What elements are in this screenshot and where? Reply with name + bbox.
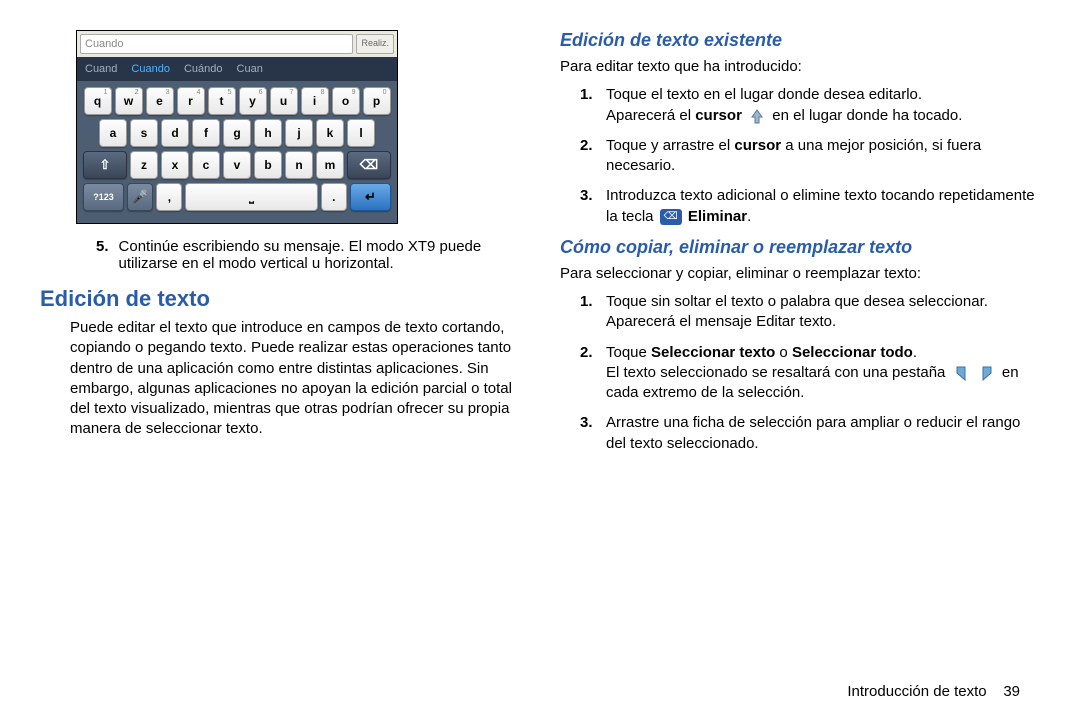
keyboard-screenshot: Cuando Realiz. Cuand Cuando Cuándo Cuan … [76,30,398,224]
list-text: El texto seleccionado se resaltará con u… [606,364,950,381]
key-c: c [192,151,220,179]
list-item: Toque y arrastre el cursor a una mejor p… [606,136,1040,177]
list-item: 5. Continúe escribiendo su mensaje. El m… [40,238,520,272]
enter-key: ↵ [350,183,391,211]
keyboard-suggestions: Cuand Cuando Cuándo Cuan [77,57,397,81]
list-item: Arrastre una ficha de selección para amp… [606,413,1040,454]
paragraph: Para seleccionar y copiar, eliminar o re… [560,264,1040,284]
list-text: Continúe escribiendo su mensaje. El modo… [119,238,520,272]
cursor-tab-icon [748,108,766,124]
list-item: Introduzca texto adicional o elimine tex… [606,186,1040,227]
key-a: a [99,119,127,147]
list-item: Toque el texto en el lugar donde desea e… [606,85,1040,126]
suggestion-item: Cuand [85,63,117,75]
keyboard-keys: q1w2e3r4t5y6u7i8o9p0 asdfghjkl ⇧ zxcvbnm… [77,81,397,223]
selection-tab-right-icon [978,365,996,381]
bold-text: Seleccionar texto [651,344,775,361]
key-l: l [347,119,375,147]
key-y: y6 [239,87,267,115]
list-item: Toque sin soltar el texto o palabra que … [606,292,1040,333]
key-q: q1 [84,87,112,115]
delete-key-icon: ⌫ [660,209,682,225]
key-x: x [161,151,189,179]
section-heading: Edición de texto [40,286,520,312]
list-text: Toque y arrastre el [606,137,734,154]
suggestion-item: Cuan [237,63,263,75]
bold-text: cursor [734,137,781,154]
paragraph: Puede editar el texto que introduce en c… [40,318,520,440]
key-h: h [254,119,282,147]
key-i: i8 [301,87,329,115]
list-text: Toque sin soltar el texto o palabra que … [606,293,988,310]
key-z: z [130,151,158,179]
bold-text: Seleccionar todo [792,344,913,361]
shift-icon: ⇧ [100,157,111,173]
key-e: e3 [146,87,174,115]
keyboard-text-field: Cuando [80,34,353,54]
key-o: o9 [332,87,360,115]
key-r: r4 [177,87,205,115]
list-text: Aparecerá el mensaje Editar texto. [606,313,836,330]
comma-key: , [156,183,182,211]
key-v: v [223,151,251,179]
list-item: Toque Seleccionar texto o Seleccionar to… [606,343,1040,404]
page-number: 39 [1003,683,1020,700]
key-t: t5 [208,87,236,115]
list-text: Toque [606,344,651,361]
keyboard-input-row: Cuando Realiz. [77,31,397,57]
list-text: . [747,208,751,225]
list-text: en el lugar donde ha tocado. [772,107,962,124]
backspace-icon: ⌫ [360,157,378,173]
ordered-list: Toque sin soltar el texto o palabra que … [560,292,1040,454]
list-number: 5. [96,238,109,272]
list-text: Toque el texto en el lugar donde desea e… [606,86,922,103]
suggestion-item: Cuando [131,63,170,75]
shift-key: ⇧ [83,151,127,179]
backspace-key: ⌫ [347,151,391,179]
keyboard-done-button: Realiz. [356,34,394,54]
suggestion-item: Cuándo [184,63,223,75]
key-b: b [254,151,282,179]
key-k: k [316,119,344,147]
key-g: g [223,119,251,147]
key-p: p0 [363,87,391,115]
mic-icon: 🎤 [132,189,148,205]
right-column: Edición de texto existente Para editar t… [560,30,1040,683]
list-text: o [775,344,792,361]
ordered-list: Toque el texto en el lugar donde desea e… [560,85,1040,227]
selection-tab-left-icon [952,365,970,381]
enter-icon: ↵ [365,189,376,205]
key-m: m [316,151,344,179]
key-w: w2 [115,87,143,115]
key-n: n [285,151,313,179]
space-key: ⎵ [185,183,317,211]
key-s: s [130,119,158,147]
key-d: d [161,119,189,147]
bold-text: cursor [695,107,742,124]
mic-key: 🎤 [127,183,153,211]
list-text: . [913,344,917,361]
list-text: Arrastre una ficha de selección para amp… [606,414,1020,451]
subheading: Edición de texto existente [560,30,1040,51]
page-footer: Introducción de texto 39 [40,683,1040,700]
period-key: . [321,183,347,211]
paragraph: Para editar texto que ha introducido: [560,57,1040,77]
subheading: Cómo copiar, eliminar o reemplazar texto [560,237,1040,258]
symbols-key: ?123 [83,183,124,211]
key-j: j [285,119,313,147]
footer-label: Introducción de texto [847,683,986,700]
bold-text: Eliminar [688,208,747,225]
key-u: u7 [270,87,298,115]
left-column: Cuando Realiz. Cuand Cuando Cuándo Cuan … [40,30,520,683]
list-text: Aparecerá el [606,107,695,124]
key-f: f [192,119,220,147]
